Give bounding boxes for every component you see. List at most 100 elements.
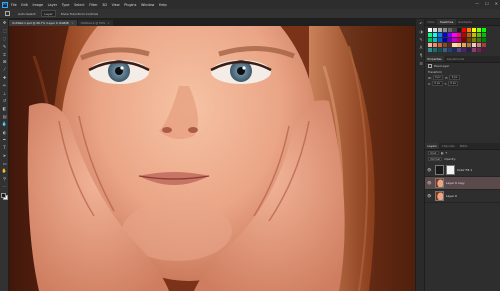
color-swatch[interactable]	[457, 37, 462, 42]
filter-type-icon[interactable]: T	[445, 151, 447, 155]
color-swatch[interactable]	[462, 42, 467, 47]
kind-filter-dropdown[interactable]: Kind	[428, 150, 439, 156]
color-swatch[interactable]	[432, 47, 438, 52]
color-swatch[interactable]	[437, 37, 442, 42]
color-swatch[interactable]	[457, 47, 462, 52]
menu-file[interactable]: File	[11, 3, 17, 7]
color-swatch[interactable]	[467, 32, 472, 38]
menu-type[interactable]: Type	[62, 3, 70, 7]
rectangle-tool-icon[interactable]: ▭	[0, 159, 9, 167]
color-swatch[interactable]	[476, 37, 481, 42]
color-swatch[interactable]	[481, 37, 486, 42]
crop-tool-icon[interactable]: ⌗	[0, 50, 9, 58]
color-swatch[interactable]	[471, 47, 477, 52]
color-swatch[interactable]	[447, 47, 452, 52]
color-swatch[interactable]	[428, 42, 433, 47]
pen-tool-icon[interactable]: ✒	[0, 136, 9, 144]
menu-plugins[interactable]: Plugins	[124, 3, 136, 7]
tab-paths[interactable]: Paths	[457, 143, 470, 149]
color-swatch[interactable]	[452, 47, 457, 52]
blur-tool-icon[interactable]: 💧	[0, 120, 9, 128]
mask-thumbnail[interactable]	[446, 165, 455, 175]
menu-edit[interactable]: Edit	[21, 3, 28, 7]
lasso-tool-icon[interactable]: ◌	[0, 35, 9, 43]
color-swatch[interactable]	[467, 42, 472, 47]
color-swatch[interactable]	[457, 28, 462, 33]
dodge-tool-icon[interactable]: ◐	[0, 128, 9, 136]
minimize-icon[interactable]: —	[475, 1, 479, 6]
layer-row-layer-0[interactable]: 👁 Layer 0	[425, 190, 500, 203]
color-swatch[interactable]	[462, 47, 467, 52]
foreground-color-swatch[interactable]	[1, 192, 6, 198]
filter-pixel-icon[interactable]: ▦	[441, 151, 444, 155]
tab-adjustments[interactable]: Adjustments	[444, 56, 467, 62]
color-swatch[interactable]	[471, 37, 477, 42]
layer-row-layer-0-copy[interactable]: 👁 Layer 0 copy	[425, 177, 500, 190]
eye-icon[interactable]: 👁	[427, 194, 433, 198]
maximize-icon[interactable]: ☐	[485, 1, 489, 6]
color-swatch[interactable]	[437, 32, 442, 38]
color-swatch[interactable]	[452, 37, 457, 42]
color-swatch[interactable]	[437, 42, 442, 47]
color-swatch[interactable]	[462, 32, 467, 38]
color-swatch[interactable]	[462, 37, 467, 42]
blend-mode-dropdown[interactable]: Normal	[428, 156, 443, 162]
color-swatch[interactable]	[442, 37, 447, 42]
auto-select-checkbox[interactable]: Auto-Select:	[16, 10, 38, 17]
tab-layers[interactable]: Layers	[425, 143, 440, 149]
color-swatch[interactable]	[476, 42, 481, 47]
color-swatch[interactable]	[447, 37, 452, 42]
color-swatch[interactable]	[476, 47, 481, 52]
close-icon[interactable]: ✕	[495, 1, 498, 6]
color-swatch[interactable]	[457, 32, 462, 38]
more-tools-icon[interactable]: ⋯	[0, 183, 9, 191]
menu-layer[interactable]: Layer	[48, 3, 57, 7]
color-swatch[interactable]	[471, 42, 477, 47]
color-swatch[interactable]	[462, 28, 467, 33]
layer-row-color-fill[interactable]: 👁 Color Fill 1	[425, 164, 500, 177]
width-field[interactable]: 0 px	[432, 75, 444, 80]
color-swatch[interactable]	[471, 28, 477, 33]
healing-brush-icon[interactable]: ✚	[0, 74, 9, 82]
color-swatch[interactable]	[428, 32, 433, 38]
color-swatch[interactable]	[442, 32, 447, 38]
color-swatch[interactable]	[471, 32, 477, 38]
color-swatch[interactable]	[481, 32, 486, 38]
marquee-tool-icon[interactable]: ⬚	[0, 27, 9, 35]
tab-channels[interactable]: Channels	[439, 143, 457, 149]
color-swatches[interactable]	[0, 192, 9, 203]
color-swatch[interactable]	[452, 42, 457, 47]
color-swatch[interactable]	[428, 28, 433, 33]
color-swatch[interactable]	[432, 32, 438, 38]
color-swatch[interactable]	[447, 42, 452, 47]
eraser-icon[interactable]: ◧	[0, 105, 9, 113]
color-swatch[interactable]	[432, 28, 438, 33]
show-transform-checkbox[interactable]: Show Transform Controls	[59, 10, 100, 17]
eye-icon[interactable]: 👁	[427, 168, 433, 172]
type-tool-icon[interactable]: T	[0, 144, 9, 152]
tab-close-icon[interactable]: ×	[71, 21, 73, 25]
tab-properties[interactable]: Properties	[425, 55, 445, 62]
color-swatch[interactable]	[452, 32, 457, 38]
tab-gradients[interactable]: Gradients	[456, 19, 475, 25]
color-swatch[interactable]	[481, 42, 486, 47]
color-swatch[interactable]	[428, 37, 433, 42]
menu-window[interactable]: Window	[141, 3, 154, 7]
move-tool-icon[interactable]: ✥	[0, 19, 9, 27]
menu-3d[interactable]: 3D	[102, 3, 107, 7]
eye-icon[interactable]: 👁	[427, 181, 433, 185]
gradient-tool-icon[interactable]: ▤	[0, 113, 9, 121]
menu-filter[interactable]: Filter	[89, 3, 97, 7]
menu-select[interactable]: Select	[74, 3, 84, 7]
history-brush-icon[interactable]: ↺	[0, 97, 9, 105]
color-swatch[interactable]	[476, 28, 481, 33]
menu-view[interactable]: View	[112, 3, 120, 7]
color-swatch[interactable]	[457, 42, 462, 47]
tab-color[interactable]: Color	[425, 19, 437, 25]
color-swatch[interactable]	[437, 28, 442, 33]
brush-tool-icon[interactable]: ✏	[0, 81, 9, 89]
menu-help[interactable]: Help	[159, 3, 167, 7]
tab-close-icon[interactable]: ×	[107, 21, 109, 25]
x-field[interactable]: 0 px	[431, 81, 443, 86]
quick-select-icon[interactable]: ✎	[0, 42, 9, 50]
